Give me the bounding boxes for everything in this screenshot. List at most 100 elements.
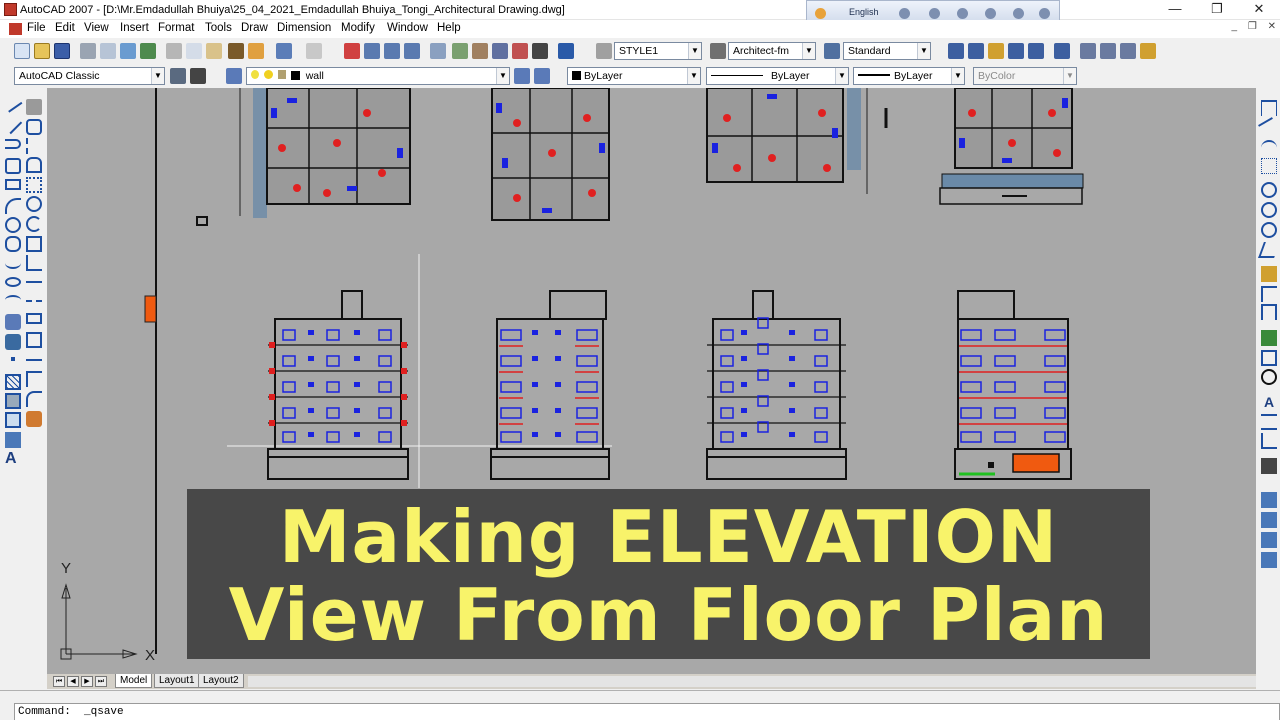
multiline-text-icon[interactable]: A bbox=[5, 450, 21, 467]
draw-order-4-icon[interactable] bbox=[1261, 552, 1277, 568]
dim-style-icon[interactable] bbox=[710, 43, 726, 59]
keyboard-icon[interactable] bbox=[899, 8, 910, 19]
tool-palettes-icon[interactable] bbox=[472, 43, 488, 59]
layer-tool-5-icon[interactable] bbox=[1028, 43, 1044, 59]
extend-icon[interactable] bbox=[26, 293, 42, 302]
cut-icon[interactable] bbox=[166, 43, 182, 59]
ellipse-arc-icon[interactable] bbox=[5, 295, 21, 305]
tab-layout1[interactable]: Layout1 bbox=[154, 674, 200, 688]
make-layer-current-icon[interactable] bbox=[514, 68, 530, 84]
workspace-select[interactable]: AutoCAD Classic ▼ bbox=[14, 67, 165, 85]
language-label[interactable]: English bbox=[849, 7, 879, 17]
join-icon[interactable] bbox=[26, 352, 42, 361]
menu-help[interactable]: Help bbox=[437, 22, 461, 34]
sheet-set-icon[interactable] bbox=[492, 43, 508, 59]
doc-restore-button[interactable]: ❐ bbox=[1248, 21, 1257, 32]
mirror-icon[interactable] bbox=[26, 138, 42, 154]
menu-view[interactable]: View bbox=[84, 22, 109, 34]
properties-icon[interactable] bbox=[430, 43, 446, 59]
menu-tools[interactable]: Tools bbox=[205, 22, 232, 34]
line-icon[interactable] bbox=[3, 95, 23, 113]
doc-minimize-button[interactable]: _ bbox=[1232, 21, 1238, 32]
arc-icon[interactable] bbox=[5, 198, 21, 214]
tab-layout2[interactable]: Layout2 bbox=[198, 674, 244, 688]
radius-icon[interactable] bbox=[1261, 182, 1277, 198]
close-button[interactable]: ✕ bbox=[1244, 1, 1274, 17]
copy-icon[interactable] bbox=[186, 43, 202, 59]
layer-tool-6-icon[interactable] bbox=[1054, 43, 1070, 59]
break-icon[interactable] bbox=[26, 332, 42, 348]
plot-preview-icon[interactable] bbox=[100, 43, 116, 59]
polygon-icon[interactable] bbox=[5, 158, 21, 174]
draw-order-1-icon[interactable] bbox=[1261, 492, 1277, 508]
angular-icon[interactable] bbox=[1258, 242, 1280, 258]
diameter-icon[interactable] bbox=[1261, 222, 1277, 238]
zoom-realtime-icon[interactable] bbox=[364, 43, 380, 59]
copy-object-icon[interactable] bbox=[26, 119, 42, 135]
gradient-icon[interactable] bbox=[5, 393, 21, 409]
ellipse-icon[interactable] bbox=[5, 277, 21, 287]
scale-icon[interactable] bbox=[26, 236, 42, 252]
spline-icon[interactable] bbox=[5, 257, 21, 269]
lightbulb-icon[interactable] bbox=[251, 70, 259, 79]
chevron-down-icon[interactable]: ▼ bbox=[687, 68, 700, 84]
center-mark-icon[interactable] bbox=[1261, 369, 1277, 385]
lock-icon[interactable] bbox=[277, 70, 286, 79]
arc-length-icon[interactable] bbox=[1261, 140, 1277, 156]
jogged-icon[interactable] bbox=[1261, 202, 1277, 218]
quick-dimension-icon[interactable] bbox=[1261, 266, 1277, 282]
chevron-down-icon[interactable]: ▼ bbox=[917, 43, 930, 59]
tools-icon[interactable] bbox=[929, 8, 940, 19]
help-button-icon[interactable] bbox=[558, 43, 574, 59]
tolerance-icon[interactable] bbox=[1261, 350, 1277, 366]
match-properties-icon[interactable] bbox=[228, 43, 244, 59]
pan-icon[interactable] bbox=[344, 43, 360, 59]
move-icon[interactable] bbox=[26, 196, 42, 212]
dimension-text-edit-icon[interactable] bbox=[1261, 414, 1277, 430]
layer-tool-1-icon[interactable] bbox=[948, 43, 964, 59]
new-icon[interactable] bbox=[14, 43, 30, 59]
workspace-settings-icon[interactable] bbox=[170, 68, 186, 84]
make-block-icon[interactable] bbox=[5, 334, 21, 350]
open-icon[interactable] bbox=[34, 43, 50, 59]
rotate-icon[interactable] bbox=[26, 216, 42, 232]
layer-properties-icon[interactable] bbox=[226, 68, 242, 84]
first-tab-button[interactable]: ⏮ bbox=[53, 676, 65, 687]
stretch-icon[interactable] bbox=[26, 255, 42, 271]
save-icon[interactable] bbox=[54, 43, 70, 59]
array-icon[interactable] bbox=[26, 177, 42, 193]
text-style-icon[interactable] bbox=[596, 43, 612, 59]
layer-tool-4-icon[interactable] bbox=[1008, 43, 1024, 59]
layer-tool-8-icon[interactable] bbox=[1100, 43, 1116, 59]
menu-file[interactable]: File bbox=[27, 22, 46, 34]
point-icon[interactable] bbox=[11, 357, 15, 361]
quick-leader-icon[interactable] bbox=[1261, 330, 1277, 346]
menu-window[interactable]: Window bbox=[387, 22, 428, 34]
revision-cloud-icon[interactable] bbox=[5, 236, 21, 252]
layer-tool-9-icon[interactable] bbox=[1120, 43, 1136, 59]
table-style-icon[interactable] bbox=[824, 43, 840, 59]
layer-select[interactable]: wall ▼ bbox=[246, 67, 510, 85]
ime-icon[interactable] bbox=[815, 8, 826, 19]
aligned-dimension-icon[interactable] bbox=[1258, 117, 1280, 139]
text-style-select[interactable]: STYLE1 ▼ bbox=[614, 42, 702, 60]
restore-button[interactable]: ❐ bbox=[1202, 1, 1232, 17]
linear-dimension-icon[interactable] bbox=[1261, 100, 1277, 116]
layer-tool-7-icon[interactable] bbox=[1080, 43, 1096, 59]
layer-tool-10-icon[interactable] bbox=[1140, 43, 1156, 59]
command-line[interactable]: Command: _qsave bbox=[14, 703, 1280, 720]
menu-draw[interactable]: Draw bbox=[241, 22, 268, 34]
linetype-select[interactable]: ByLayer ▼ bbox=[706, 67, 849, 85]
publish-icon[interactable] bbox=[120, 43, 136, 59]
layer-tool-2-icon[interactable] bbox=[968, 43, 984, 59]
break-at-point-icon[interactable] bbox=[26, 313, 42, 324]
circle-icon[interactable] bbox=[5, 217, 21, 233]
chevron-down-icon[interactable]: ▼ bbox=[496, 68, 509, 84]
erase-icon[interactable] bbox=[26, 99, 42, 115]
previous-tab-button[interactable]: ◀ bbox=[67, 676, 79, 687]
document-icon[interactable] bbox=[9, 23, 22, 35]
chamfer-icon[interactable] bbox=[26, 371, 42, 387]
command-input[interactable]: _qsave bbox=[84, 706, 124, 718]
next-tab-button[interactable]: ▶ bbox=[81, 676, 93, 687]
table-icon[interactable] bbox=[5, 432, 21, 448]
